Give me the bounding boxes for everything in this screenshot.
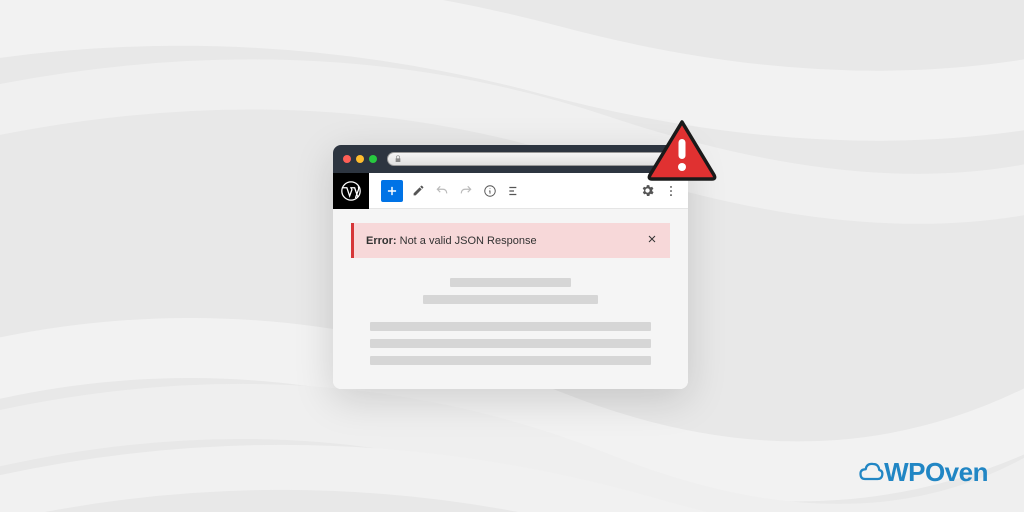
content-placeholder <box>351 278 670 365</box>
window-controls <box>343 155 377 163</box>
more-options-icon[interactable] <box>662 182 680 200</box>
url-bar[interactable] <box>387 152 678 166</box>
browser-window: Error: Not a valid JSON Response <box>333 145 688 389</box>
lock-icon <box>394 155 402 163</box>
outline-icon[interactable] <box>505 182 523 200</box>
brand-name: WPOven <box>884 457 988 488</box>
browser-titlebar <box>333 145 688 173</box>
error-message: Error: Not a valid JSON Response <box>366 235 646 247</box>
close-icon[interactable] <box>646 233 658 248</box>
undo-icon[interactable] <box>433 182 451 200</box>
wpoven-logo: WPOven <box>856 457 988 488</box>
cloud-icon <box>856 458 886 488</box>
settings-gear-icon[interactable] <box>638 182 656 200</box>
editor-content: Error: Not a valid JSON Response <box>333 209 688 389</box>
close-dot[interactable] <box>343 155 351 163</box>
redo-icon[interactable] <box>457 182 475 200</box>
info-icon[interactable] <box>481 182 499 200</box>
error-banner: Error: Not a valid JSON Response <box>351 223 670 258</box>
editor-toolbar <box>333 173 688 209</box>
maximize-dot[interactable] <box>369 155 377 163</box>
add-block-button[interactable] <box>381 180 403 202</box>
warning-triangle-icon <box>646 119 718 183</box>
edit-icon[interactable] <box>409 182 427 200</box>
wordpress-logo[interactable] <box>333 173 369 209</box>
minimize-dot[interactable] <box>356 155 364 163</box>
